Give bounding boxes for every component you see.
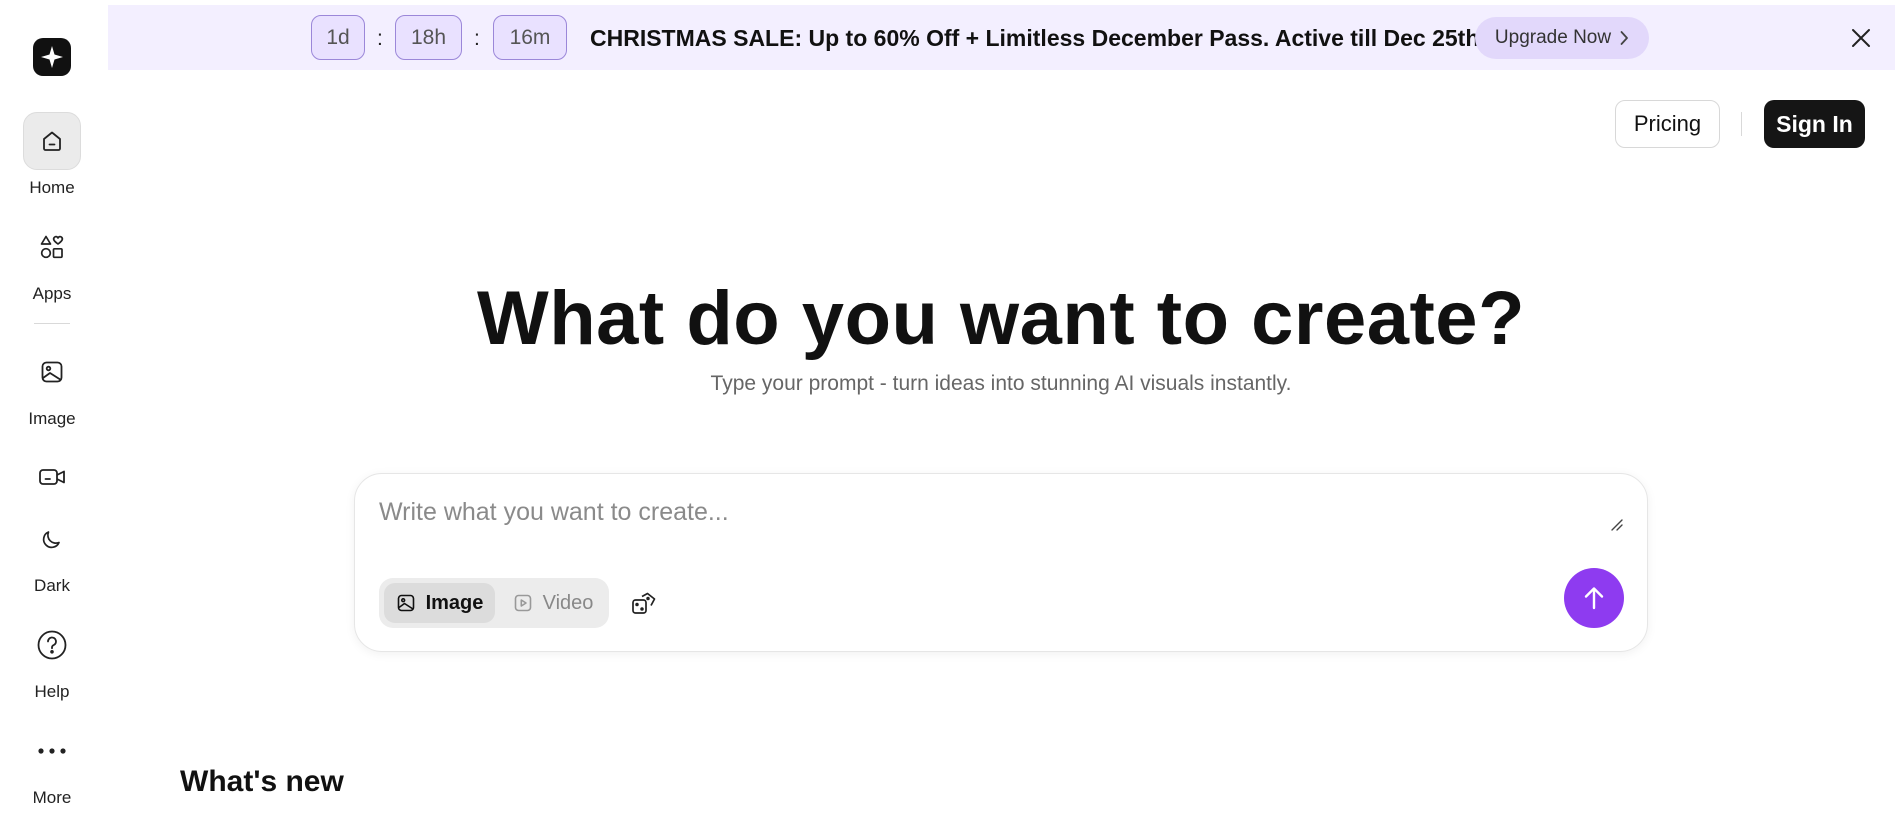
header-divider (1741, 112, 1742, 136)
countdown-hours: 18h (395, 15, 462, 60)
resize-handle-icon[interactable] (1610, 518, 1624, 532)
sidebar-item-more[interactable]: More (0, 722, 104, 808)
countdown-days: 1d (311, 15, 365, 60)
sign-in-button[interactable]: Sign In (1764, 100, 1865, 148)
page-title: What do you want to create? (477, 276, 1525, 361)
close-icon[interactable] (1848, 25, 1874, 51)
sidebar-item-home[interactable]: Home (0, 112, 104, 198)
promo-banner: 1d : 18h : 16m CHRISTMAS SALE: Up to 60%… (108, 5, 1895, 70)
sidebar-item-label: More (32, 788, 72, 807)
mode-toggle: Image Video (379, 578, 609, 628)
video-icon (23, 448, 81, 506)
mode-video-button[interactable]: Video (499, 583, 607, 623)
moon-icon (23, 510, 81, 568)
page-subtitle: Type your prompt - turn ideas into stunn… (710, 372, 1292, 395)
sidebar-item-label: Image (28, 409, 76, 428)
countdown-minutes: 16m (493, 15, 567, 60)
submit-prompt-button[interactable] (1564, 568, 1624, 628)
upgrade-now-label: Upgrade Now (1494, 27, 1612, 48)
promo-text: CHRISTMAS SALE: Up to 60% Off + Limitles… (590, 25, 1486, 51)
countdown-separator: : (377, 27, 383, 50)
brand-logo[interactable] (33, 38, 71, 76)
mode-image-button[interactable]: Image (384, 583, 495, 623)
whats-new-heading: What's new (180, 765, 344, 798)
dice-icon[interactable] (630, 590, 658, 618)
upgrade-now-button[interactable]: Upgrade Now (1475, 17, 1649, 59)
image-icon (397, 594, 414, 612)
home-icon (23, 112, 81, 170)
sidebar-item-label: Home (29, 178, 75, 197)
more-dots-icon (23, 722, 81, 780)
sidebar-item-label: Dark (34, 576, 70, 595)
chevron-right-icon (1620, 31, 1628, 45)
sidebar-item-help[interactable]: Help (0, 616, 104, 702)
sidebar-item-dark[interactable]: Dark (0, 510, 104, 596)
prompt-composer: Image Video (354, 473, 1648, 652)
sidebar-item-label: Help (34, 682, 70, 701)
countdown-separator: : (474, 27, 480, 50)
brand-sparkle-logo-icon (41, 46, 63, 68)
pricing-button[interactable]: Pricing (1615, 100, 1720, 148)
mode-video-label: Video (542, 591, 594, 614)
arrow-up-icon (1584, 587, 1604, 610)
video-play-icon (514, 594, 531, 612)
sidebar-item-video[interactable] (0, 448, 104, 506)
help-icon (23, 616, 81, 674)
sidebar: Home Apps Image Dark Help More (0, 0, 104, 825)
mode-image-label: Image (425, 591, 484, 614)
prompt-input[interactable] (379, 498, 1599, 558)
apps-shapes-icon (23, 218, 81, 276)
